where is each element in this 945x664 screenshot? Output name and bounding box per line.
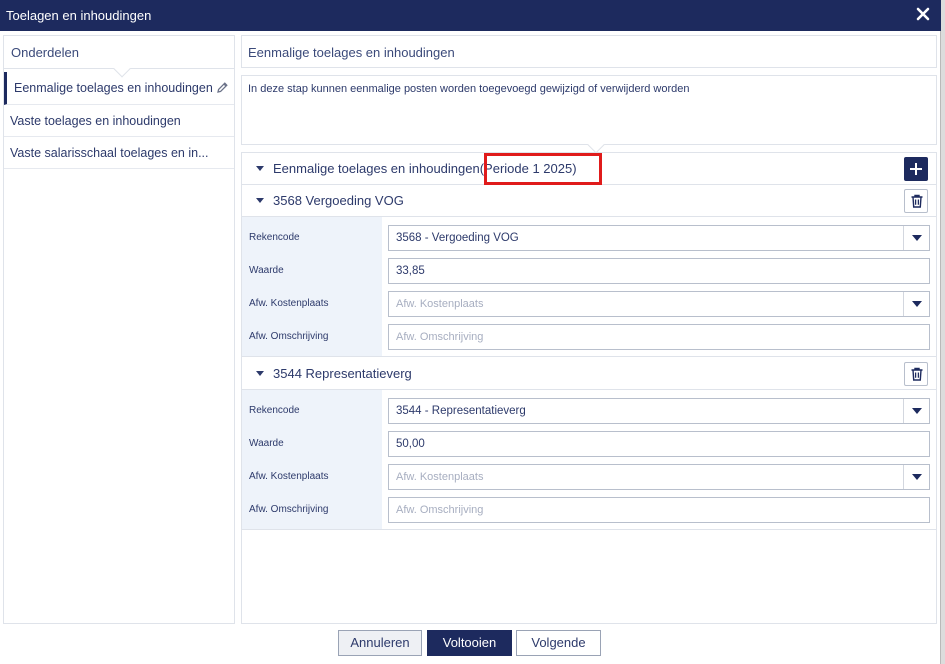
caret-down-icon[interactable] <box>256 198 264 203</box>
waarde-input[interactable]: 50,00 <box>388 431 930 457</box>
sidebar-item-label: Vaste salarisschaal toelages en in... <box>10 146 209 160</box>
omschrijving-label: Afw. Omschrijving <box>249 331 329 342</box>
section-title-label: Eenmalige toelages en inhoudingen <box>273 161 480 176</box>
dialog-title: Toelagen en inhoudingen <box>6 8 152 23</box>
section-header: Eenmalige toelages en inhoudingen(Period… <box>242 153 936 185</box>
waarde-value: 50,00 <box>396 438 425 450</box>
step-description: In deze stap kunnen eenmalige posten wor… <box>241 75 937 154</box>
waarde-value: 33,85 <box>396 265 425 277</box>
close-icon[interactable] <box>915 6 931 22</box>
omschrijving-input[interactable]: Afw. Omschrijving <box>388 497 930 523</box>
sidebar-header: Onderdelen <box>4 36 234 78</box>
kostenplaats-placeholder: Afw. Kostenplaats <box>396 298 484 310</box>
rekencode-value: 3568 - Vergoeding VOG <box>396 232 519 244</box>
rekencode-label: Rekencode <box>249 232 300 243</box>
chevron-down-icon[interactable] <box>903 226 929 250</box>
sidebar-item-vaste[interactable]: Vaste toelages en inhoudingen <box>4 105 234 137</box>
form-row: Afw. Omschrijving Afw. Omschrijving <box>242 320 936 353</box>
cancel-button[interactable]: Annuleren <box>338 630 422 656</box>
next-button[interactable]: Volgende <box>516 630 601 656</box>
delete-entry-button[interactable] <box>904 362 928 386</box>
dialog-window: Toelagen en inhoudingen Onderdelen Eenma… <box>0 0 941 664</box>
waarde-input[interactable]: 33,85 <box>388 258 930 284</box>
omschrijving-label: Afw. Omschrijving <box>249 504 329 515</box>
form-row: Afw. Kostenplaats Afw. Kostenplaats <box>242 287 936 320</box>
waarde-label: Waarde <box>249 265 284 276</box>
sidebar-item-salarisschaal[interactable]: Vaste salarisschaal toelages en in... <box>4 137 234 169</box>
sidebar-item-label: Vaste toelages en inhoudingen <box>10 114 181 128</box>
entry-form: Rekencode 3568 - Vergoeding VOG Waarde 3… <box>242 217 936 357</box>
pencil-icon[interactable] <box>216 81 229 94</box>
kostenplaats-select[interactable]: Afw. Kostenplaats <box>388 291 930 317</box>
waarde-label: Waarde <box>249 438 284 449</box>
sidebar-item-label: Eenmalige toelages en inhoudingen <box>14 81 213 95</box>
title-bar: Toelagen en inhoudingen <box>0 0 941 31</box>
entry-title: 3544 Representatieverg <box>273 366 412 381</box>
finish-button[interactable]: Voltooien <box>427 630 512 656</box>
sidebar-header-label: Onderdelen <box>11 45 79 60</box>
rekencode-value: 3544 - Representatieverg <box>396 405 526 417</box>
chevron-down-icon[interactable] <box>903 465 929 489</box>
sidebar-item-eenmalige[interactable]: Eenmalige toelages en inhoudingen <box>4 72 234 105</box>
delete-entry-button[interactable] <box>904 189 928 213</box>
kostenplaats-placeholder: Afw. Kostenplaats <box>396 471 484 483</box>
rekencode-select[interactable]: 3544 - Representatieverg <box>388 398 930 424</box>
chevron-down-icon[interactable] <box>903 292 929 316</box>
caret-down-icon[interactable] <box>256 166 264 171</box>
entry-title: 3568 Vergoeding VOG <box>273 193 404 208</box>
page-title-label: Eenmalige toelages en inhoudingen <box>248 45 455 60</box>
add-entry-button[interactable] <box>904 157 928 181</box>
sidebar: Onderdelen Eenmalige toelages en inhoudi… <box>3 35 235 624</box>
entries-panel: Eenmalige toelages en inhoudingen(Period… <box>241 152 937 624</box>
entry-form: Rekencode 3544 - Representatieverg Waard… <box>242 390 936 530</box>
trash-icon <box>911 194 923 208</box>
kostenplaats-select[interactable]: Afw. Kostenplaats <box>388 464 930 490</box>
page-title: Eenmalige toelages en inhoudingen <box>241 35 937 68</box>
rekencode-select[interactable]: 3568 - Vergoeding VOG <box>388 225 930 251</box>
rekencode-label: Rekencode <box>249 405 300 416</box>
caret-down-icon[interactable] <box>256 371 264 376</box>
entry-header: 3568 Vergoeding VOG <box>242 185 936 217</box>
description-text: In deze stap kunnen eenmalige posten wor… <box>248 83 690 95</box>
chevron-down-icon[interactable] <box>903 399 929 423</box>
form-row: Afw. Kostenplaats Afw. Kostenplaats <box>242 460 936 493</box>
description-notch <box>587 136 605 154</box>
trash-icon <box>911 367 923 381</box>
kostenplaats-label: Afw. Kostenplaats <box>249 298 329 309</box>
form-row: Waarde 33,85 <box>242 254 936 287</box>
omschrijving-placeholder: Afw. Omschrijving <box>396 331 484 343</box>
form-row: Afw. Omschrijving Afw. Omschrijving <box>242 493 936 526</box>
omschrijving-input[interactable]: Afw. Omschrijving <box>388 324 930 350</box>
form-row: Waarde 50,00 <box>242 427 936 460</box>
form-row: Rekencode 3568 - Vergoeding VOG <box>242 221 936 254</box>
kostenplaats-label: Afw. Kostenplaats <box>249 471 329 482</box>
omschrijving-placeholder: Afw. Omschrijving <box>396 504 484 516</box>
highlight-box <box>484 153 602 185</box>
entry-header: 3544 Representatieverg <box>242 358 936 390</box>
form-row: Rekencode 3544 - Representatieverg <box>242 394 936 427</box>
